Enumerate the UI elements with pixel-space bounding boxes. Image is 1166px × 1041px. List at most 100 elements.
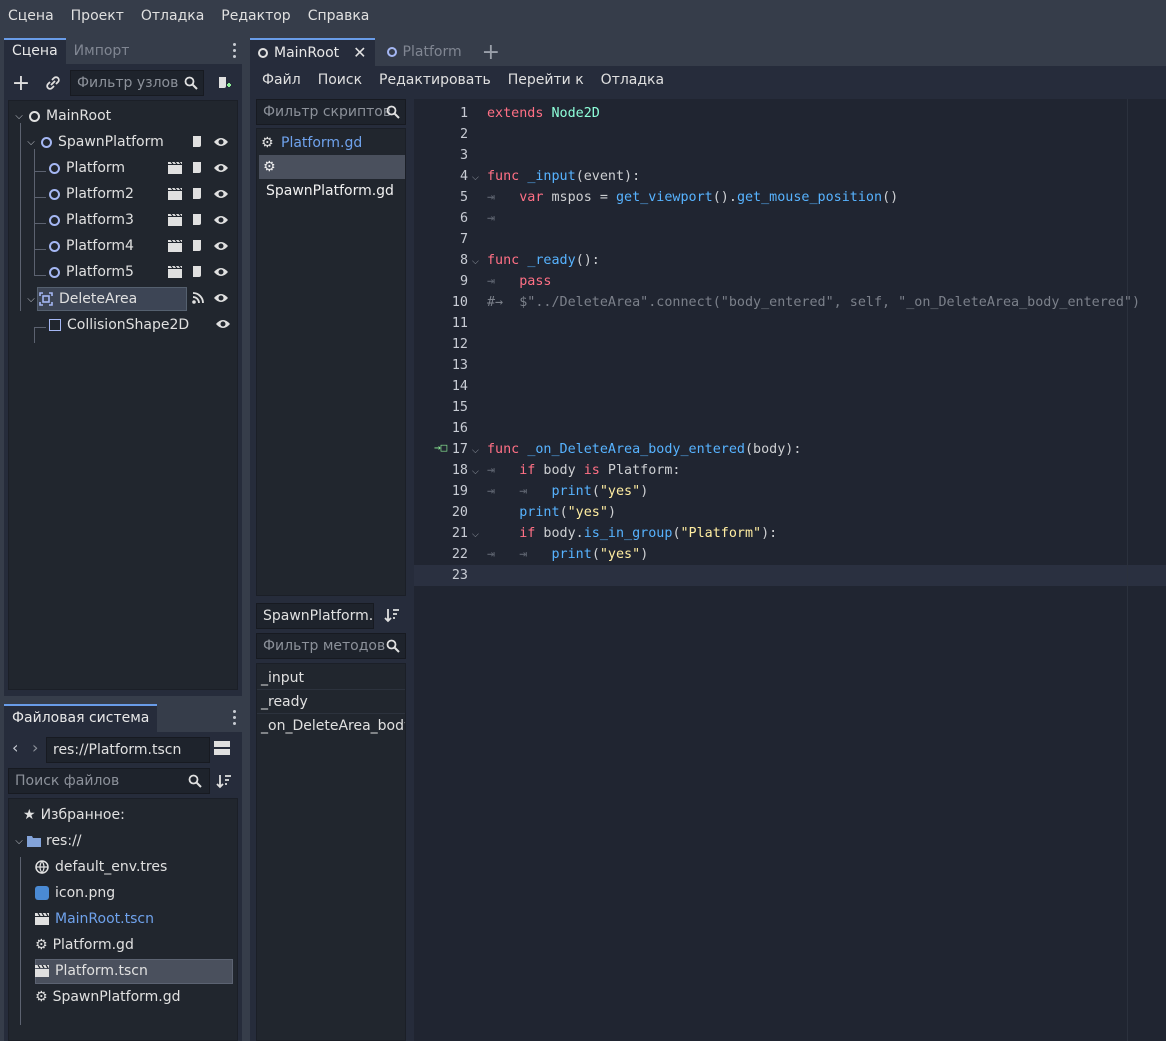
visibility-icon[interactable]: [215, 317, 231, 331]
open-scene-icon[interactable]: [167, 265, 183, 279]
menu-help[interactable]: Справка: [308, 8, 370, 24]
open-scene-icon[interactable]: [167, 213, 183, 227]
method-item[interactable]: _on_DeleteArea_body_: [257, 714, 405, 738]
fold-arrow-icon[interactable]: ⌵: [472, 530, 479, 540]
script-icon[interactable]: [191, 161, 205, 175]
script-icon[interactable]: [191, 239, 205, 253]
tree-node-platform2[interactable]: Platform2: [49, 181, 179, 207]
add-tab-icon[interactable]: +: [482, 40, 500, 65]
code-line-8: func _ready():: [487, 253, 600, 268]
file-item[interactable]: ⚙ Platform.gd: [35, 932, 235, 958]
tree-node-deletearea[interactable]: ⌵ DeleteArea: [25, 286, 185, 312]
tree-node-platform5[interactable]: Platform5: [49, 259, 179, 285]
attach-script-icon[interactable]: [214, 73, 234, 93]
file-item-selected[interactable]: Platform.tscn: [35, 958, 235, 984]
script-menu-debug[interactable]: Отладка: [601, 72, 664, 88]
menu-project[interactable]: Проект: [71, 8, 124, 24]
tree-node-platform3[interactable]: Platform3: [49, 207, 179, 233]
sort-icon[interactable]: [216, 773, 232, 793]
collapse-icon[interactable]: ⌵: [13, 111, 25, 122]
tree-node-collisionshape2d[interactable]: CollisionShape2D: [49, 312, 199, 338]
script-icon[interactable]: [191, 213, 205, 227]
current-script-name: SpawnPlatform.g: [256, 603, 374, 629]
row-icons: [215, 317, 231, 331]
row-icons: [167, 239, 229, 253]
environment-icon: [35, 860, 49, 874]
forward-icon[interactable]: ›: [32, 738, 38, 757]
visibility-icon[interactable]: [213, 161, 229, 175]
fold-arrow-icon[interactable]: ⌵: [472, 257, 479, 267]
method-filter-input[interactable]: Фильтр методов: [256, 633, 406, 659]
fold-arrow-icon[interactable]: ⌵: [472, 467, 479, 477]
menu-debug[interactable]: Отладка: [141, 8, 204, 24]
fs-dock-menu-icon[interactable]: [232, 710, 236, 725]
node2d-icon: [49, 188, 60, 200]
favorites-item[interactable]: ★ Избранное:: [23, 802, 223, 828]
line-number: 21: [451, 526, 468, 541]
tab-mainroot[interactable]: MainRoot ✕: [250, 38, 375, 66]
tab-platform[interactable]: Platform: [379, 38, 470, 66]
fold-arrow-icon[interactable]: ⌵: [472, 446, 479, 456]
scene-dock-menu-icon[interactable]: [232, 43, 236, 58]
visibility-icon[interactable]: [213, 135, 229, 149]
script-menu-file[interactable]: Файл: [262, 72, 301, 88]
signals-icon[interactable]: [191, 291, 205, 305]
tab-scene[interactable]: Сцена: [4, 38, 66, 64]
method-item[interactable]: _input: [257, 666, 405, 690]
node2d-icon: [49, 162, 60, 174]
path-field[interactable]: res://Platform.tscn: [46, 737, 210, 763]
code-editor[interactable]: →□ 1 2 3 4 5 6 7 8 9 10 11 12 13 14 15 16 17 18 19 20 21 22 23…: [414, 99, 1166, 1041]
visibility-icon[interactable]: [213, 187, 229, 201]
collapse-icon[interactable]: ⌵: [25, 294, 37, 305]
script-menu-search[interactable]: Поиск: [318, 72, 362, 88]
visibility-icon[interactable]: [213, 291, 229, 305]
file-search-input[interactable]: Поиск файлов: [8, 768, 210, 794]
line-number: 10: [451, 295, 468, 310]
visibility-icon[interactable]: [213, 239, 229, 253]
tree-node-platform[interactable]: Platform: [49, 155, 179, 181]
menu-editor[interactable]: Редактор: [221, 8, 290, 24]
script-menu-goto[interactable]: Перейти к: [508, 72, 584, 88]
line-number: 7: [459, 232, 468, 247]
file-item[interactable]: MainRoot.tscn: [35, 906, 235, 932]
method-item[interactable]: _ready: [257, 690, 405, 714]
sort-icon[interactable]: [384, 607, 400, 627]
visibility-icon[interactable]: [213, 213, 229, 227]
script-filter-input[interactable]: Фильтр скриптов: [256, 99, 406, 125]
search-icon: [184, 76, 198, 94]
visibility-icon[interactable]: [213, 265, 229, 279]
tab-filesystem[interactable]: Файловая система: [4, 704, 158, 732]
file-item[interactable]: default_env.tres: [35, 854, 235, 880]
back-icon[interactable]: ‹: [12, 738, 18, 757]
file-name: Platform.gd: [52, 937, 134, 953]
file-item[interactable]: icon.png: [35, 880, 235, 906]
script-icon[interactable]: [191, 187, 205, 201]
line-number: 13: [451, 358, 468, 373]
script-icon[interactable]: [191, 265, 205, 279]
res-root-item[interactable]: ⌵ res://: [13, 828, 213, 854]
add-node-icon[interactable]: +: [10, 71, 32, 96]
file-item[interactable]: ⚙ SpawnPlatform.gd: [35, 984, 235, 1010]
instance-scene-icon[interactable]: [42, 72, 64, 94]
tree-node-platform4[interactable]: Platform4: [49, 233, 179, 259]
filesystem-dock-tabs: Файловая система: [4, 704, 242, 732]
script-icon[interactable]: [191, 135, 205, 149]
tab-import[interactable]: Импорт: [66, 38, 138, 64]
open-scene-icon[interactable]: [167, 239, 183, 253]
tree-node-label: CollisionShape2D: [67, 317, 190, 333]
collapse-icon[interactable]: ⌵: [25, 137, 37, 148]
fold-arrow-icon[interactable]: ⌵: [472, 173, 479, 183]
script-list-item-selected[interactable]: ⚙ SpawnPlatform.gd: [259, 155, 405, 199]
script-list-item[interactable]: ⚙ Platform.gd: [257, 131, 405, 155]
open-scene-icon[interactable]: [167, 187, 183, 201]
tree-node-mainroot[interactable]: ⌵ MainRoot: [13, 103, 233, 129]
tree-node-label: SpawnPlatform: [58, 134, 164, 150]
close-icon[interactable]: ✕: [353, 42, 366, 64]
node2d-icon: [29, 110, 40, 122]
tree-node-label: Platform5: [66, 264, 134, 280]
collapse-icon[interactable]: ⌵: [13, 836, 25, 847]
split-view-icon[interactable]: [214, 741, 232, 757]
menu-scene[interactable]: Сцена: [8, 8, 54, 24]
open-scene-icon[interactable]: [167, 161, 183, 175]
script-menu-edit[interactable]: Редактировать: [379, 72, 491, 88]
